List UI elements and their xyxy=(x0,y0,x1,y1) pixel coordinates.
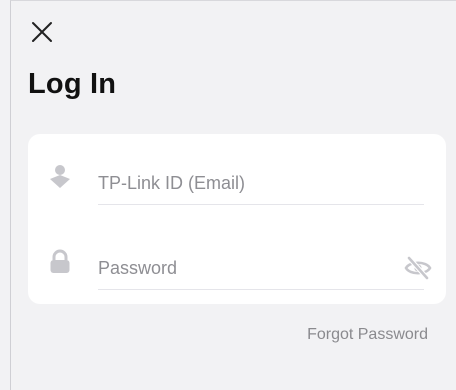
lock-icon xyxy=(48,249,72,275)
password-input[interactable] xyxy=(98,255,388,281)
email-input[interactable] xyxy=(98,170,388,196)
email-underline xyxy=(98,204,424,205)
close-button[interactable] xyxy=(28,18,56,46)
close-icon xyxy=(32,22,52,42)
password-field-row xyxy=(28,241,446,301)
login-form-card xyxy=(28,134,446,304)
password-underline xyxy=(98,289,424,290)
forgot-password-link[interactable]: Forgot Password xyxy=(307,326,428,344)
user-icon xyxy=(48,164,72,190)
password-visibility-toggle[interactable] xyxy=(404,255,432,281)
page-title: Log In xyxy=(28,68,117,100)
email-field-row xyxy=(28,156,446,216)
eye-slash-icon xyxy=(404,255,432,281)
